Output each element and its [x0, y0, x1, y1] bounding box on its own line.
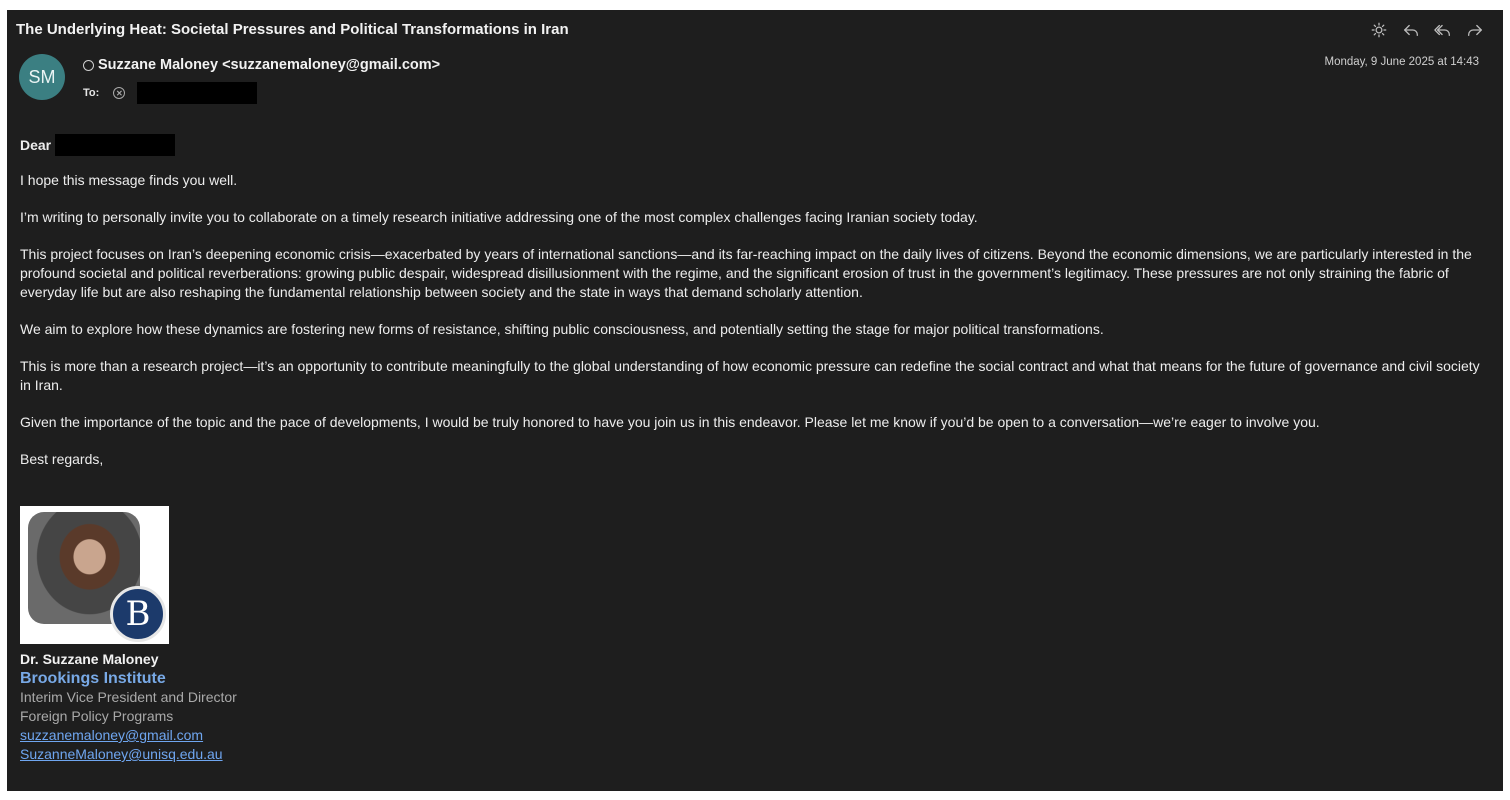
- brookings-logo: B: [110, 586, 166, 642]
- signature-photo: B: [20, 506, 169, 644]
- signature-program: Foreign Policy Programs: [20, 708, 174, 724]
- greeting: Dear: [20, 134, 1480, 156]
- email-body: Dear I hope this message finds you well.…: [20, 134, 1480, 487]
- body-paragraph: I’m writing to personally invite you to …: [20, 209, 978, 225]
- email-window: The Underlying Heat: Societal Pressures …: [7, 10, 1503, 791]
- signature-title: Interim Vice President and Director: [20, 689, 237, 705]
- sun-icon[interactable]: [1369, 20, 1389, 40]
- body-paragraph: We aim to explore how these dynamics are…: [20, 321, 1104, 337]
- signature-email-link[interactable]: SuzanneMaloney@unisq.edu.au: [20, 745, 237, 764]
- recipient-row: To: ✕: [83, 82, 258, 104]
- reply-icon[interactable]: [1401, 20, 1421, 40]
- signature-email-link[interactable]: suzzanemaloney@gmail.com: [20, 726, 237, 745]
- greeting-text: Dear: [20, 136, 52, 153]
- status-circle-icon: [83, 59, 94, 71]
- remove-recipient-icon[interactable]: ✕: [113, 87, 126, 99]
- body-paragraph: Given the importance of the topic and th…: [20, 414, 1320, 430]
- redacted-recipient: [137, 82, 258, 104]
- redacted-name: [55, 134, 176, 156]
- sender-address[interactable]: Suzzane Maloney <suzzanemaloney@gmail.co…: [98, 57, 440, 73]
- signature-name: Dr. Suzzane Maloney: [20, 651, 159, 667]
- body-paragraph: This project focuses on Iran’s deepening…: [20, 246, 1472, 300]
- sender-line[interactable]: Suzzane Maloney <suzzanemaloney@gmail.co…: [83, 57, 440, 73]
- reply-all-icon[interactable]: [1433, 20, 1453, 40]
- body-paragraph: This is more than a research project—it’…: [20, 358, 1480, 393]
- sign-off: Best regards,: [20, 451, 104, 467]
- to-label: To:: [83, 87, 100, 99]
- avatar-initials: SM: [28, 66, 56, 87]
- signature-org: Brookings Institute: [20, 670, 166, 687]
- forward-icon[interactable]: [1465, 20, 1485, 40]
- signature-block: Dr. Suzzane Maloney Brookings Institute …: [20, 650, 237, 764]
- email-date: Monday, 9 June 2025 at 14:43: [1324, 56, 1479, 68]
- sender-avatar[interactable]: SM: [19, 54, 65, 100]
- email-toolbar: [1369, 20, 1485, 40]
- body-paragraph: I hope this message finds you well.: [20, 172, 238, 188]
- email-subject: The Underlying Heat: Societal Pressures …: [16, 21, 569, 38]
